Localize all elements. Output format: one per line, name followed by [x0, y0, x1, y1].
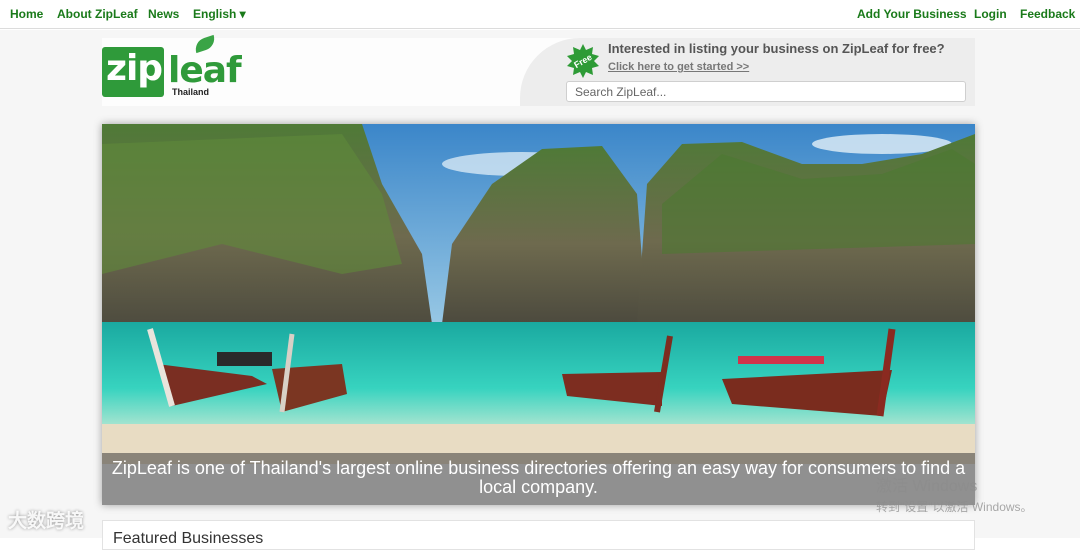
beach-photo — [102, 124, 975, 464]
logo-country: Thailand — [172, 87, 210, 97]
add-business-link[interactable]: Add Your Business — [857, 7, 967, 21]
hero-banner: ZipLeaf is one of Thailand's largest onl… — [102, 124, 975, 505]
featured-businesses-panel: Featured Businesses — [102, 520, 975, 550]
logo-leaf-text: leaf — [168, 50, 242, 91]
activation-subtitle: 转到"设置"以激活 Windows。 — [876, 500, 1033, 514]
hero-caption: ZipLeaf is one of Thailand's largest onl… — [111, 458, 966, 497]
featured-title: Featured Businesses — [113, 530, 264, 547]
feedback-link[interactable]: Feedback — [1020, 7, 1075, 21]
zipleaf-logo[interactable]: zip leaf Thailand — [102, 34, 252, 100]
search-input[interactable] — [566, 81, 966, 102]
nav-home-link[interactable]: Home — [10, 7, 43, 21]
logo-zip-text: zip — [106, 48, 163, 89]
watermark-logo: 大数跨境 — [8, 511, 85, 532]
activation-title: 激活 Windows — [876, 478, 978, 495]
nav-about-link[interactable]: About ZipLeaf — [57, 7, 138, 21]
free-badge-icon: Free — [567, 44, 599, 78]
hero-caption-bar: ZipLeaf is one of Thailand's largest onl… — [102, 453, 975, 505]
language-dropdown[interactable]: English ▾ — [193, 7, 246, 21]
get-started-link[interactable]: Click here to get started >> — [608, 61, 749, 73]
login-link[interactable]: Login — [974, 7, 1007, 21]
nav-news-link[interactable]: News — [148, 7, 179, 21]
top-navigation: Home About ZipLeaf News English ▾ Add Yo… — [0, 0, 1080, 29]
promo-title: Interested in listing your business on Z… — [608, 41, 945, 56]
windows-activation-notice: 激活 Windows 转到"设置"以激活 Windows。 — [876, 472, 1033, 515]
